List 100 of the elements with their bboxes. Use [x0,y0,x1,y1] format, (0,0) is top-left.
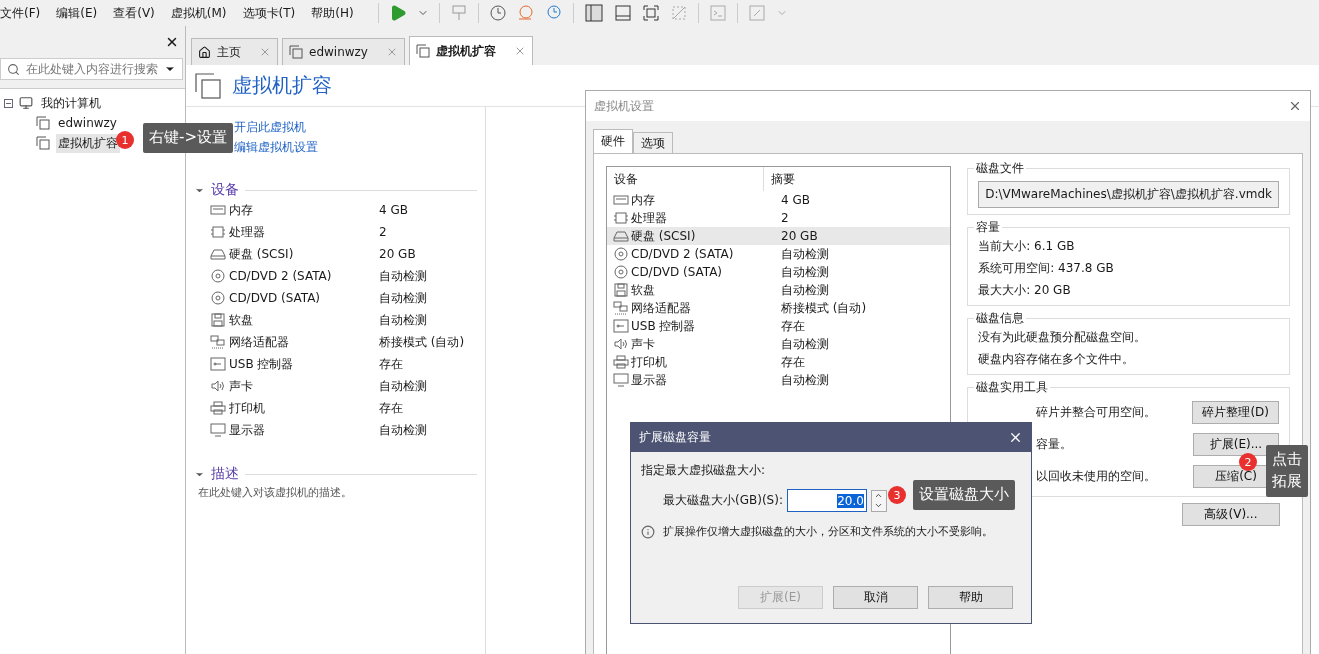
minus-box-icon[interactable] [4,98,13,108]
device-row[interactable]: 打印机 存在 [607,353,951,371]
group-title: 磁盘实用工具 [975,379,1050,396]
menu-item[interactable]: 选项卡(T) [242,4,304,22]
device-summary: 存在 [379,399,403,417]
device-row[interactable]: 处理器 2 [607,209,951,227]
monitor-icon [613,373,629,387]
device-row[interactable]: CD/DVD (SATA) 自动检测 [607,263,951,281]
utility-button[interactable]: 扩展(E)... [1193,432,1279,456]
spin-button[interactable] [870,489,887,512]
group-title: 磁盘信息 [975,310,1026,327]
tab[interactable]: 虚拟机扩容 [408,36,533,65]
tab[interactable]: edwinwzy [282,38,405,65]
dialog-button[interactable]: 取消 [833,586,918,609]
device-row[interactable]: 显示器 自动检测 [607,371,951,389]
device-summary: 自动检测 [379,267,427,285]
tab[interactable]: 主页 [191,38,278,65]
field-label: 最大磁盘大小(GB)(S): [663,492,783,509]
tab[interactable]: 硬件 [593,129,633,153]
disc-icon [613,247,629,261]
group-title: 磁盘文件 [975,160,1026,177]
description-text: 在此处键入对该虚拟机的描述。 [197,485,353,500]
device-name: 声卡 [229,377,254,395]
utility-button[interactable]: 碎片整理(D) [1192,400,1279,424]
device-summary: 自动检测 [379,311,427,329]
vm-icon [289,45,303,59]
search-icon [7,62,20,76]
column-header[interactable]: 设备 [607,167,764,191]
column-header[interactable]: 摘要 [764,167,795,191]
menu-item[interactable]: 帮助(H) [311,4,362,22]
tree-item[interactable]: 我的计算机 [39,93,103,113]
menu-item[interactable]: 虚拟机(M) [170,4,235,22]
info-text: 最大大小: 20 GB [978,282,1072,299]
usb-icon [210,357,226,371]
callout-tooltip: 设置磁盘大小 [913,480,1015,510]
vm-icon [36,116,50,130]
info-text: 硬盘内容存储在多个文件中。 [978,351,1136,368]
info-text: 以回收未使用的空间。 [1036,467,1157,485]
close-icon[interactable] [1008,430,1023,445]
printer-icon [613,355,629,369]
sidebar-icon[interactable] [583,3,604,23]
panel-icon[interactable] [613,4,632,22]
device-summary: 自动检测 [379,289,427,307]
device-row[interactable]: USB 控制器 存在 [607,317,951,335]
dialog-title: 虚拟机设置 [594,97,654,115]
callout-tooltip: 右键->设置 [143,123,233,153]
device-summary: 存在 [379,355,403,373]
device-row[interactable]: 软盘 自动检测 [607,281,951,299]
device-summary: 自动检测 [379,421,427,439]
info-text: 系统可用空间: 437.8 GB [978,260,1115,277]
size-field[interactable]: 20.0 [786,489,867,512]
note-text: 扩展操作仅增大虚拟磁盘的大小，分区和文件系统的大小不受影响。 [663,524,993,539]
device-summary: 桥接模式 (自动) [379,333,465,351]
device-row[interactable]: 网络适配器 桥接模式 (自动) [607,299,951,317]
device-summary: 20 GB [379,247,416,261]
device-name: 处理器 [229,223,266,241]
disc-icon [210,269,226,283]
advanced-button[interactable]: 高级(V)... [1182,503,1280,526]
fullscreen-icon[interactable] [641,4,660,22]
info-text: 没有为此硬盘预分配磁盘空间。 [978,329,1148,346]
device-row[interactable]: 硬盘 (SCSI) 20 GB [607,227,951,245]
tab[interactable]: 选项 [633,132,673,153]
path-field[interactable]: D:\VMwareMachines\虚拟机扩容\虚拟机扩容.vmdk [978,181,1279,208]
device-name: USB 控制器 [229,355,295,373]
computer-icon [19,96,33,110]
device-row[interactable]: 声卡 自动检测 [607,335,951,353]
memory-icon [210,203,226,217]
device-name: CD/DVD (SATA) [229,291,322,305]
memory-icon [613,193,629,207]
callout-tooltip: 点击 拓展 [1266,445,1308,497]
info-text: 当前大小: 6.1 GB [978,238,1076,255]
search-field[interactable]: 在此处键入内容进行搜索 [0,58,183,80]
floppy-icon [613,283,629,297]
section-title: 设备 [211,181,239,199]
device-summary: 2 [379,225,387,239]
vm-icon [194,71,222,100]
close-icon[interactable] [165,35,179,49]
printer-icon [210,401,226,415]
tree-item[interactable]: 虚拟机扩容 [56,133,120,153]
prompt-text: 指定最大虚拟磁盘大小: [641,462,767,479]
disc-icon [210,291,226,305]
speaker-icon [210,379,226,393]
tree-item[interactable]: edwinwzy [56,115,119,131]
info-icon [641,524,655,539]
chip-icon [613,211,629,225]
menu-item[interactable]: 文件(F) [0,4,49,22]
device-row[interactable]: CD/DVD 2 (SATA) 自动检测 [607,245,951,263]
info-text: 容量。 [1036,435,1073,453]
device-row[interactable]: 内存 4 GB [607,191,951,209]
monitor-icon [210,423,226,437]
info-text: 碎片并整合可用空间。 [1036,403,1157,421]
device-name: 打印机 [229,399,266,417]
usb-icon [613,319,629,333]
device-summary: 4 GB [379,203,408,217]
home-icon [198,45,211,59]
menu-item[interactable]: 编辑(E) [56,4,106,22]
menu-item[interactable]: 查看(V) [113,4,163,22]
dialog-button[interactable]: 帮助 [928,586,1013,609]
group-title: 容量 [975,219,1002,236]
device-name: 内存 [229,201,254,219]
